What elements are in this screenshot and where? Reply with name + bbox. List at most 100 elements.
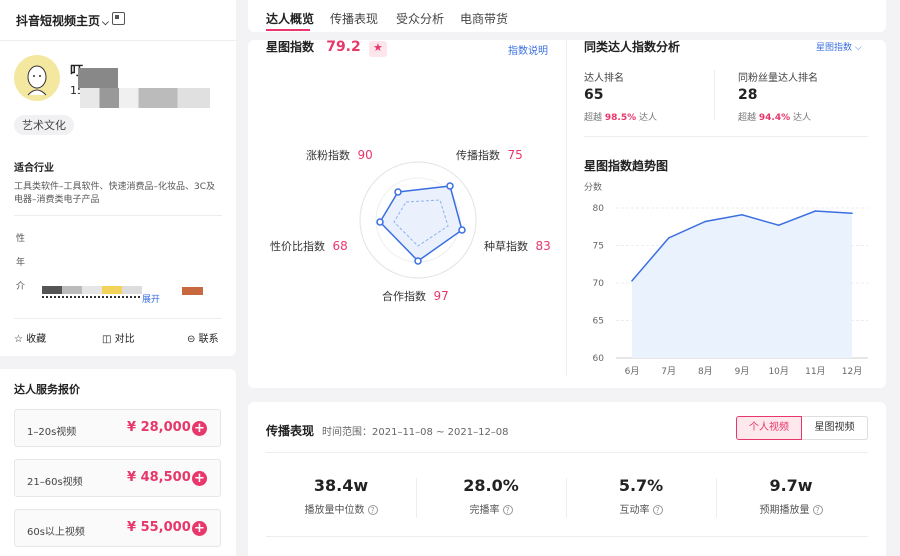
x-tick-label: 6月	[625, 366, 640, 377]
account-select[interactable]: 抖音短视频主页 ⌵	[16, 12, 109, 29]
redacted-intro-2	[182, 287, 203, 295]
industry-title: 适合行业	[14, 163, 54, 174]
price-title: 达人服务报价	[14, 383, 80, 396]
compare-button[interactable]: ◫ 对比	[102, 330, 135, 345]
redacted-intro	[42, 286, 142, 294]
stat-median-plays: 38.4w 播放量中位数?	[266, 476, 416, 516]
help-icon[interactable]: ?	[367, 505, 378, 515]
vertical-divider	[714, 70, 715, 120]
y-tick-label: 75	[593, 242, 604, 252]
x-tick-label: 10月	[768, 366, 788, 377]
toggle-star-video[interactable]: 星图视频	[802, 416, 868, 440]
price-row[interactable]: 60s以上视频 ¥ 55,000 +	[14, 509, 221, 547]
compare-icon: ◫	[102, 334, 112, 345]
tab-ecommerce[interactable]: 电商带货	[460, 10, 508, 27]
redacted-name	[78, 68, 118, 88]
add-icon[interactable]: +	[192, 471, 207, 486]
info-label-gender: 性	[16, 234, 26, 244]
divider	[266, 452, 868, 453]
y-tick-label: 80	[593, 204, 605, 214]
info-label-intro: 介	[16, 282, 26, 292]
divider	[14, 318, 222, 319]
radar-label-fans: 涨粉指数 90	[306, 148, 373, 162]
radar-chart	[359, 161, 477, 279]
performance-title: 传播表现	[266, 424, 315, 438]
contact-button[interactable]: ⊝ 联系	[187, 330, 219, 345]
add-icon[interactable]: +	[192, 521, 207, 536]
divider	[0, 40, 236, 41]
category-tag: 艺术文化	[14, 115, 74, 135]
vertical-divider	[566, 40, 567, 376]
rank-beat: 超越 98.5% 达人	[584, 113, 658, 123]
trend-area	[632, 211, 852, 358]
divider	[14, 215, 222, 216]
price-row[interactable]: 21–60s视频 ¥ 48,500 +	[14, 459, 221, 497]
price-label: 21–60s视频	[27, 477, 83, 488]
x-tick-label: 12月	[842, 366, 862, 377]
trend-title: 星图指数趋势图	[584, 159, 669, 173]
toggle-personal-video[interactable]: 个人视频	[736, 416, 802, 440]
price-label: 60s以上视频	[27, 527, 85, 538]
price-label: 1–20s视频	[27, 427, 77, 438]
radar-label-coop: 合作指数 97	[382, 289, 449, 303]
redacted-underline	[42, 296, 140, 299]
price-value: ¥ 28,000	[127, 420, 191, 435]
tab-performance[interactable]: 传播表现	[330, 10, 378, 27]
y-tick-label: 70	[593, 279, 605, 289]
x-tick-label: 9月	[735, 366, 750, 377]
x-tick-label: 8月	[698, 366, 713, 377]
help-icon[interactable]: ?	[502, 505, 513, 515]
radar-label-value: 性价比指数 68	[270, 239, 348, 253]
help-icon[interactable]: ?	[812, 505, 823, 515]
price-row[interactable]: 1–20s视频 ¥ 28,000 +	[14, 409, 221, 447]
help-icon[interactable]: ?	[652, 505, 663, 515]
index-card: 星图指数 79.2 ★ 指数说明 涨粉指数 90 传播指数 75 种草指数 83…	[248, 40, 886, 388]
x-tick-label: 7月	[661, 366, 676, 377]
trend-point	[704, 220, 707, 223]
redacted-id	[80, 88, 210, 108]
tab-audience[interactable]: 受众分析	[396, 10, 444, 27]
fans-rank-label: 同粉丝量达人排名	[738, 73, 818, 84]
star-index-title: 星图指数 79.2 ★	[266, 40, 387, 57]
divider	[584, 136, 868, 137]
stat-completion-rate: 28.0% 完播率?	[463, 476, 519, 516]
trend-point	[777, 224, 780, 227]
industry-text-1: 工具类软件–工具软件、快速消费品–化妆品、3C及	[14, 182, 216, 192]
index-help-link[interactable]: 指数说明	[508, 42, 548, 57]
add-icon[interactable]: +	[192, 421, 207, 436]
chevron-down-icon: ⌵	[102, 18, 109, 28]
divider	[266, 536, 868, 537]
star-outline-icon: ☆	[14, 334, 23, 345]
y-tick-label: 60	[593, 354, 605, 364]
profile-card: 抖音短视频主页 ⌵ 叮 15 艺术文化 适合行业 工具类软件–工具软件、快速消费品…	[0, 0, 236, 356]
x-tick-label: 11月	[805, 366, 825, 377]
price-value: ¥ 48,500	[127, 470, 191, 485]
fans-rank-value: 28	[738, 87, 758, 103]
stat-interaction-rate: 5.7% 互动率?	[618, 476, 664, 516]
stat-expected-plays: 9.7w 预期播放量?	[716, 476, 866, 516]
trend-point	[631, 279, 633, 282]
performance-card: 传播表现 时间范围：2021–11–08 ~ 2021–12–08 个人视频 星…	[248, 402, 886, 556]
y-tick-label: 65	[593, 317, 604, 327]
trend-point	[667, 237, 670, 239]
time-range: 时间范围：2021–11–08 ~ 2021–12–08	[322, 427, 509, 438]
rank-label: 达人排名	[584, 73, 624, 84]
qrcode-icon[interactable]	[112, 12, 125, 25]
trend-point	[851, 212, 853, 215]
info-label-age: 年	[16, 258, 26, 268]
trend-point	[741, 213, 743, 216]
radar-label-spread: 传播指数 75	[456, 148, 523, 162]
peer-link[interactable]: 星图指数 ⌵	[816, 40, 862, 53]
chat-icon: ⊝	[187, 334, 196, 345]
tab-overview[interactable]: 达人概览	[266, 10, 314, 27]
tab-bar: 达人概览 传播表现 受众分析 电商带货	[248, 0, 886, 32]
rank-value: 65	[584, 87, 604, 103]
collect-button[interactable]: ☆ 收藏	[14, 330, 46, 345]
trend-point	[814, 210, 817, 212]
expand-link[interactable]: 展开	[142, 292, 160, 305]
radar-label-seed: 种草指数 83	[484, 239, 551, 253]
star-icon: ★	[368, 41, 387, 57]
star-index-value: 79.2	[326, 40, 361, 55]
avatar	[14, 55, 60, 101]
trend-chart: 80 75 70 65 60 6月 7月 8月 9月 10月 11月 12月	[593, 204, 868, 377]
